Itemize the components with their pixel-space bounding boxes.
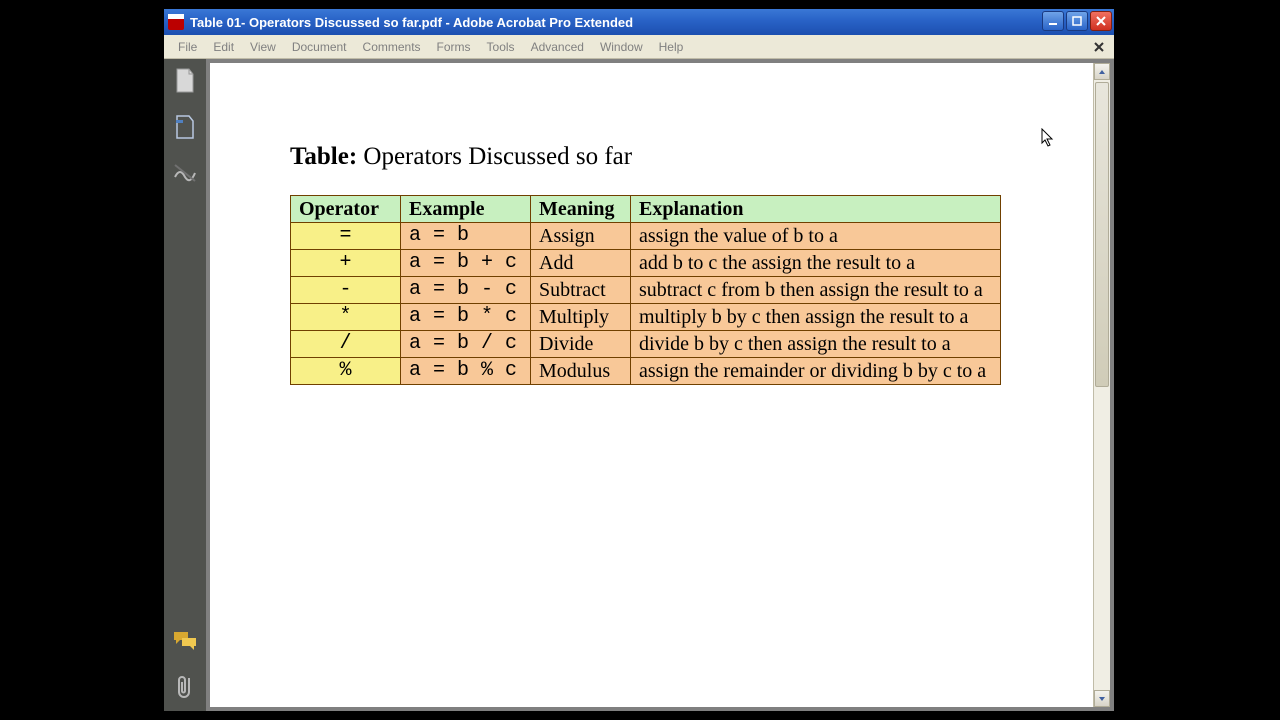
menu-edit[interactable]: Edit bbox=[205, 38, 242, 56]
col-operator: Operator bbox=[291, 196, 401, 223]
scroll-up-button[interactable] bbox=[1094, 63, 1110, 80]
document-close-button[interactable] bbox=[1090, 39, 1108, 55]
col-explanation: Explanation bbox=[631, 196, 1001, 223]
scroll-track[interactable] bbox=[1094, 80, 1110, 690]
menu-file[interactable]: File bbox=[170, 38, 205, 56]
menu-tools[interactable]: Tools bbox=[479, 38, 523, 56]
cell-explanation: assign the value of b to a bbox=[631, 223, 1001, 250]
bookmarks-icon[interactable] bbox=[171, 113, 199, 141]
cell-example: a = b - c bbox=[401, 277, 531, 304]
navigation-panel bbox=[164, 59, 206, 711]
cell-meaning: Modulus bbox=[531, 358, 631, 385]
cell-meaning: Multiply bbox=[531, 304, 631, 331]
menubar: File Edit View Document Comments Forms T… bbox=[164, 35, 1114, 59]
cell-meaning: Divide bbox=[531, 331, 631, 358]
scroll-thumb[interactable] bbox=[1095, 82, 1109, 387]
table-row: *a = b * cMultiplymultiply b by c then a… bbox=[291, 304, 1001, 331]
menu-forms[interactable]: Forms bbox=[429, 38, 479, 56]
cell-example: a = b * c bbox=[401, 304, 531, 331]
pages-icon[interactable] bbox=[171, 67, 199, 95]
col-example: Example bbox=[401, 196, 531, 223]
menu-advanced[interactable]: Advanced bbox=[523, 38, 592, 56]
menu-view[interactable]: View bbox=[242, 38, 284, 56]
cell-example: a = b + c bbox=[401, 250, 531, 277]
attachments-icon[interactable] bbox=[171, 673, 199, 701]
scroll-down-button[interactable] bbox=[1094, 690, 1110, 707]
cell-operator: - bbox=[291, 277, 401, 304]
operators-table: Operator Example Meaning Explanation =a … bbox=[290, 195, 1001, 385]
cell-operator: * bbox=[291, 304, 401, 331]
cell-explanation: subtract c from b then assign the result… bbox=[631, 277, 1001, 304]
signatures-icon[interactable] bbox=[171, 159, 199, 187]
minimize-button[interactable] bbox=[1042, 11, 1064, 31]
window-controls bbox=[1042, 9, 1114, 35]
vertical-scrollbar[interactable] bbox=[1093, 63, 1110, 707]
cell-explanation: add b to c the assign the result to a bbox=[631, 250, 1001, 277]
cell-example: a = b / c bbox=[401, 331, 531, 358]
cell-operator: / bbox=[291, 331, 401, 358]
cell-operator: % bbox=[291, 358, 401, 385]
content-area: Table: Operators Discussed so far Operat… bbox=[164, 59, 1114, 711]
maximize-button[interactable] bbox=[1066, 11, 1088, 31]
table-header-row: Operator Example Meaning Explanation bbox=[291, 196, 1001, 223]
close-button[interactable] bbox=[1090, 11, 1112, 31]
cell-explanation: assign the remainder or dividing b by c … bbox=[631, 358, 1001, 385]
window-title: Table 01- Operators Discussed so far.pdf… bbox=[190, 15, 1042, 30]
menu-document[interactable]: Document bbox=[284, 38, 355, 56]
table-row: %a = b % cModulusassign the remainder or… bbox=[291, 358, 1001, 385]
menu-help[interactable]: Help bbox=[651, 38, 692, 56]
cell-meaning: Assign bbox=[531, 223, 631, 250]
cell-operator: + bbox=[291, 250, 401, 277]
acrobat-icon bbox=[168, 14, 184, 30]
app-window: Table 01- Operators Discussed so far.pdf… bbox=[163, 8, 1115, 712]
titlebar[interactable]: Table 01- Operators Discussed so far.pdf… bbox=[164, 9, 1114, 35]
table-row: /a = b / cDividedivide b by c then assig… bbox=[291, 331, 1001, 358]
cell-operator: = bbox=[291, 223, 401, 250]
cell-example: a = b % c bbox=[401, 358, 531, 385]
table-row: -a = b - cSubtractsubtract c from b then… bbox=[291, 277, 1001, 304]
table-row: +a = b + cAddadd b to c the assign the r… bbox=[291, 250, 1001, 277]
document-viewport: Table: Operators Discussed so far Operat… bbox=[206, 59, 1114, 711]
menu-comments[interactable]: Comments bbox=[355, 38, 429, 56]
cell-meaning: Subtract bbox=[531, 277, 631, 304]
col-meaning: Meaning bbox=[531, 196, 631, 223]
cell-meaning: Add bbox=[531, 250, 631, 277]
cell-explanation: divide b by c then assign the result to … bbox=[631, 331, 1001, 358]
table-row: =a = bAssignassign the value of b to a bbox=[291, 223, 1001, 250]
cell-example: a = b bbox=[401, 223, 531, 250]
menu-window[interactable]: Window bbox=[592, 38, 651, 56]
comments-icon[interactable] bbox=[171, 627, 199, 655]
table-title: Table: Operators Discussed so far bbox=[290, 143, 1093, 171]
cell-explanation: multiply b by c then assign the result t… bbox=[631, 304, 1001, 331]
page[interactable]: Table: Operators Discussed so far Operat… bbox=[210, 63, 1093, 707]
